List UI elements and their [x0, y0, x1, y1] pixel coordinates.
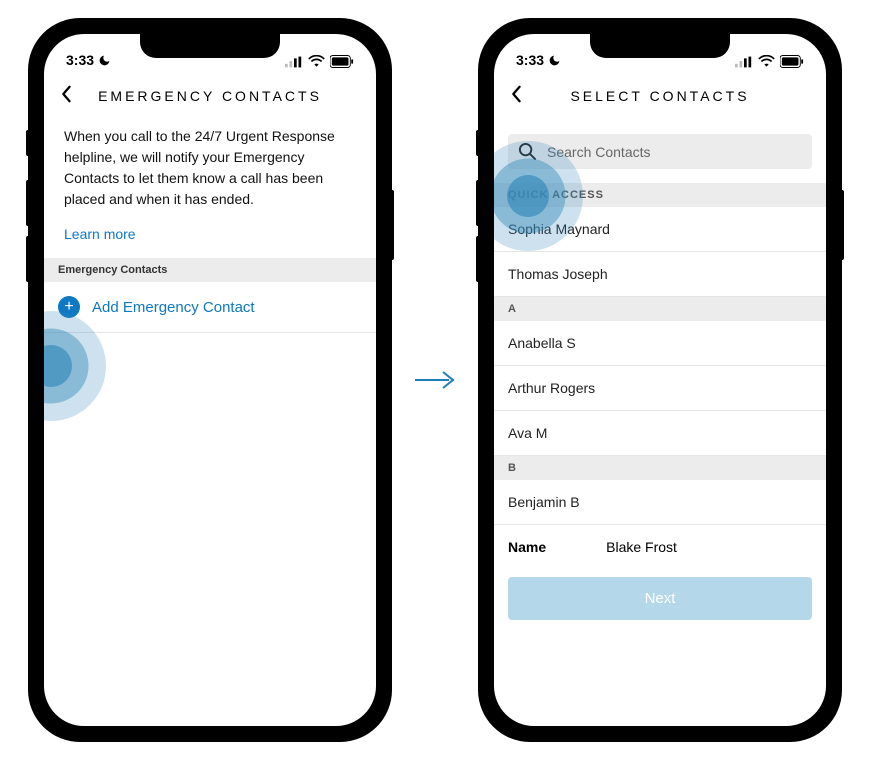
section-header-letter-a: A — [494, 297, 826, 321]
moon-icon — [548, 54, 561, 67]
status-time: 3:33 — [516, 52, 544, 68]
back-button[interactable] — [60, 83, 72, 109]
section-header-emergency: Emergency Contacts — [44, 258, 376, 282]
learn-more-link[interactable]: Learn more — [44, 222, 376, 258]
contact-row[interactable]: Sophia Maynard — [494, 207, 826, 252]
phone-side-button — [26, 180, 30, 226]
chevron-left-icon — [60, 85, 72, 103]
phone-side-button — [390, 190, 394, 260]
intro-text: When you call to the 24/7 Urgent Respons… — [44, 122, 376, 222]
screen-left: 3:33 — [44, 34, 376, 726]
contact-row[interactable]: Arthur Rogers — [494, 366, 826, 411]
status-left: 3:33 — [516, 52, 561, 68]
detail-key: Name — [508, 539, 546, 555]
contact-row[interactable]: Ava M — [494, 411, 826, 456]
phone-side-button — [26, 130, 30, 156]
contact-row[interactable]: Thomas Joseph — [494, 252, 826, 297]
selected-contact-detail: Name Blake Frost — [494, 525, 826, 563]
phone-right: 3:33 — [480, 20, 840, 740]
battery-icon — [330, 55, 354, 68]
header: EMERGENCY CONTACTS — [44, 70, 376, 122]
search-icon — [518, 142, 537, 161]
add-emergency-contact-button[interactable]: + Add Emergency Contact — [44, 282, 376, 333]
flow-arrow — [410, 368, 460, 392]
contact-row[interactable]: Benjamin B — [494, 480, 826, 525]
section-header-letter-b: B — [494, 456, 826, 480]
search-input[interactable] — [547, 144, 802, 160]
signal-icon — [735, 56, 753, 68]
phone-side-button — [476, 236, 480, 282]
search-wrap — [494, 122, 826, 183]
status-bar: 3:33 — [494, 34, 826, 70]
status-left: 3:33 — [66, 52, 111, 68]
search-box[interactable] — [508, 134, 812, 169]
moon-icon — [98, 54, 111, 67]
screen-right: 3:33 — [494, 34, 826, 726]
next-button[interactable]: Next — [508, 577, 812, 620]
detail-value: Blake Frost — [606, 539, 677, 555]
phone-side-button — [840, 190, 844, 260]
wifi-icon — [308, 55, 325, 68]
arrow-right-icon — [413, 368, 457, 392]
content-right: QUICK ACCESS Sophia Maynard Thomas Josep… — [494, 122, 826, 726]
quick-access-list: Sophia Maynard Thomas Joseph — [494, 207, 826, 297]
wifi-icon — [758, 55, 775, 68]
section-header-quick-access: QUICK ACCESS — [494, 183, 826, 207]
add-emergency-contact-label: Add Emergency Contact — [92, 299, 255, 316]
phone-side-button — [476, 180, 480, 226]
page-title: EMERGENCY CONTACTS — [98, 88, 322, 104]
plus-icon: + — [58, 296, 80, 318]
phone-side-button — [26, 236, 30, 282]
status-right — [285, 55, 354, 68]
content-left: When you call to the 24/7 Urgent Respons… — [44, 122, 376, 726]
contact-row[interactable]: Anabella S — [494, 321, 826, 366]
page-title: SELECT CONTACTS — [570, 88, 749, 104]
status-right — [735, 55, 804, 68]
status-time: 3:33 — [66, 52, 94, 68]
phone-side-button — [476, 130, 480, 156]
header: SELECT CONTACTS — [494, 70, 826, 122]
back-button[interactable] — [510, 83, 522, 109]
battery-icon — [780, 55, 804, 68]
phone-left: 3:33 — [30, 20, 390, 740]
status-bar: 3:33 — [44, 34, 376, 70]
signal-icon — [285, 56, 303, 68]
chevron-left-icon — [510, 85, 522, 103]
